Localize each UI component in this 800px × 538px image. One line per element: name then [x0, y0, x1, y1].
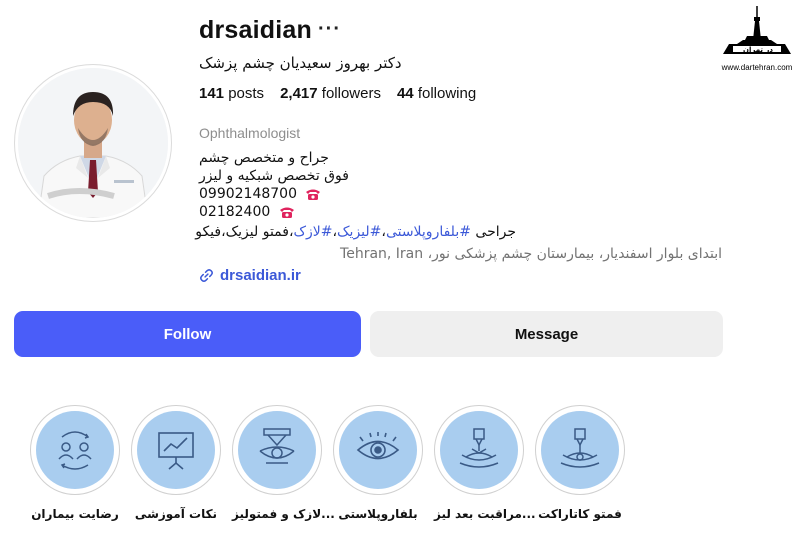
laser-lens-icon	[259, 428, 295, 464]
watermark-brand: در تهران	[742, 46, 774, 54]
stat-followers[interactable]: 2,417 followers	[280, 85, 381, 102]
posts-count: 141	[199, 85, 225, 102]
highlight-label: لازک و فمتولیز...	[232, 507, 335, 521]
presentation-board-icon	[158, 432, 194, 470]
highlight-patient-satisfaction[interactable]: رضایت بیماران	[30, 405, 120, 521]
hashtag-blepharoplasty[interactable]: #بلفاروپلاستی	[386, 224, 471, 240]
bio-phone-2-row: 02182400	[199, 204, 295, 220]
bio-line-1: جراح و متخصص چشم	[199, 150, 329, 166]
profile-username: drsaidian	[199, 16, 312, 44]
profile-category: Ophthalmologist	[199, 125, 301, 141]
profile-website-link[interactable]: drsaidian.ir	[199, 267, 301, 284]
highlight-label: رضایت بیماران	[31, 507, 119, 521]
avatar-photo	[18, 68, 168, 218]
highlight-label: نکات آموزشی	[134, 507, 218, 521]
patients-satisfaction-icon	[58, 431, 92, 470]
link-icon	[200, 269, 213, 282]
laser-eye-icon	[560, 428, 600, 468]
highlight-label: فمتو کاتاراکت	[538, 507, 622, 521]
message-button[interactable]: Message	[370, 311, 723, 357]
follow-button[interactable]: Follow	[14, 311, 361, 357]
bio-phone-2: 02182400	[199, 204, 271, 220]
highlight-femto-cataract[interactable]: فمتو کاتاراکت	[535, 405, 625, 521]
bio-line-5-suffix: ،فمتو لیزیک،فیکو	[195, 224, 294, 240]
bio-line-5-prefix: جراحی	[470, 224, 516, 240]
followers-count: 2,417	[280, 85, 318, 102]
laser-eye-icon	[459, 428, 499, 468]
highlight-lasek-femtolasik[interactable]: لازک و فمتولیز...	[232, 405, 335, 521]
highlight-blepharoplasty[interactable]: بلفاروپلاستی	[333, 405, 423, 521]
bio-phone-1: 09902148700	[199, 186, 297, 202]
eye-icon	[356, 432, 400, 460]
website-link-text: drsaidian.ir	[220, 267, 301, 284]
profile-stats: 141 posts 2,417 followers 44 following	[199, 85, 476, 102]
stat-posts[interactable]: 141 posts	[199, 85, 264, 102]
bio-address: ابتدای بلوار اسفندیار، بیمارستان چشم پزش…	[340, 246, 722, 262]
doctor-portrait-icon	[18, 68, 168, 218]
bio-line-5: جراحی #بلفاروپلاستی،#لیزیک،#لازک،فمتو لی…	[195, 224, 516, 240]
hashtag-lasik[interactable]: #لیزیک	[337, 224, 381, 240]
highlight-label: بلفاروپلاستی	[338, 507, 418, 521]
profile-avatar[interactable]	[14, 64, 172, 222]
hashtag-lasek[interactable]: #لازک	[293, 224, 332, 240]
telephone-icon	[306, 189, 321, 200]
highlight-post-laser-care[interactable]: مراقبت بعد لیز...	[434, 405, 536, 521]
highlight-label: مراقبت بعد لیز...	[434, 507, 536, 521]
watermark-url: www.dartehran.com	[721, 63, 793, 72]
highlight-educational-tips[interactable]: نکات آموزشی	[131, 405, 221, 521]
bio-line-2: فوق تخصص شبکیه و لیزر	[199, 168, 349, 184]
more-horizontal-icon[interactable]: ···	[318, 18, 341, 41]
posts-label: posts	[228, 85, 265, 102]
watermark-logo: در تهران www.dartehran.com	[718, 6, 796, 72]
profile-full-name: دکتر بهروز سعیدیان چشم پزشک	[199, 54, 402, 72]
telephone-icon	[279, 207, 294, 218]
followers-label: followers	[321, 85, 381, 102]
following-label: following	[417, 85, 477, 102]
stat-following[interactable]: 44 following	[397, 85, 476, 102]
bio-phone-1-row: 09902148700	[199, 186, 321, 202]
following-count: 44	[396, 85, 414, 102]
